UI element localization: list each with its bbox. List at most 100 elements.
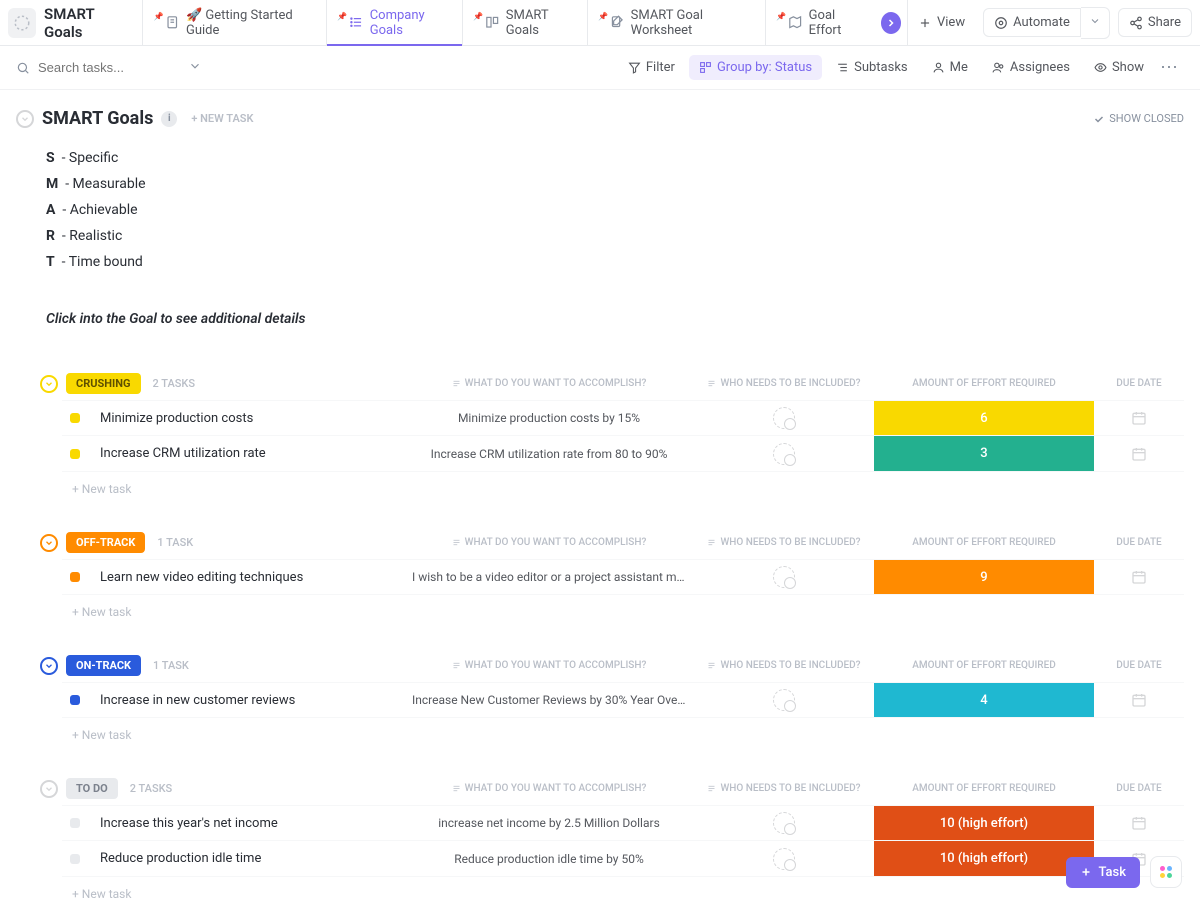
new-task-row[interactable]: + New task — [60, 472, 1184, 496]
task-row[interactable]: Increase CRM utilization rate Increase CR… — [62, 436, 1184, 472]
status-group: ON-TRACK1 TASKWHAT DO YOU WANT TO ACCOMP… — [16, 655, 1184, 742]
info-icon[interactable]: i — [161, 111, 177, 127]
filter-button[interactable]: Filter — [618, 55, 685, 80]
more-menu[interactable]: ⋯ — [1154, 57, 1184, 78]
col-effort[interactable]: AMOUNT OF EFFORT REQUIRED — [874, 783, 1094, 794]
add-view-button[interactable]: View — [907, 0, 975, 46]
me-button[interactable]: Me — [922, 55, 978, 80]
more-views-button[interactable] — [881, 12, 901, 34]
assignee-placeholder-icon — [773, 689, 795, 711]
col-due[interactable]: DUE DATE — [1094, 783, 1184, 794]
task-assignee[interactable] — [694, 812, 874, 834]
tab-smart-goals[interactable]: 📌 SMART Goals — [462, 0, 587, 46]
automate-caret[interactable] — [1081, 7, 1110, 39]
status-dot[interactable] — [70, 572, 80, 582]
group-collapse-toggle[interactable] — [40, 780, 58, 798]
new-task-row[interactable]: + New task — [60, 877, 1184, 901]
task-effort[interactable]: 9 — [874, 560, 1094, 594]
task-accomplish[interactable]: Increase New Customer Reviews by 30% Yea… — [404, 693, 694, 707]
show-closed-toggle[interactable]: SHOW CLOSED — [1093, 112, 1184, 125]
task-accomplish[interactable]: increase net income by 2.5 Million Dolla… — [404, 816, 694, 830]
col-due[interactable]: DUE DATE — [1094, 378, 1184, 389]
status-pill[interactable]: CRUSHING — [66, 373, 141, 394]
col-accomplish[interactable]: WHAT DO YOU WANT TO ACCOMPLISH? — [404, 537, 694, 548]
search-input[interactable] — [38, 60, 188, 75]
status-pill[interactable]: OFF-TRACK — [66, 532, 145, 553]
col-who[interactable]: WHO NEEDS TO BE INCLUDED? — [694, 783, 874, 794]
new-task-fab[interactable]: Task — [1066, 857, 1140, 888]
tab-worksheet[interactable]: 📌 SMART Goal Worksheet — [587, 0, 765, 46]
task-effort[interactable]: 10 (high effort) — [874, 841, 1094, 876]
col-who[interactable]: WHO NEEDS TO BE INCLUDED? — [694, 660, 874, 671]
task-name[interactable]: Minimize production costs — [100, 411, 390, 426]
col-effort[interactable]: AMOUNT OF EFFORT REQUIRED — [874, 537, 1094, 548]
group-collapse-toggle[interactable] — [40, 657, 58, 675]
show-button[interactable]: Show — [1084, 55, 1154, 80]
task-row[interactable]: Increase in new customer reviews Increase… — [62, 682, 1184, 718]
task-due[interactable] — [1094, 410, 1184, 426]
task-assignee[interactable] — [694, 443, 874, 465]
tab-getting-started[interactable]: 📌 🚀 Getting Started Guide — [142, 0, 326, 46]
col-due[interactable]: DUE DATE — [1094, 537, 1184, 548]
task-effort[interactable]: 3 — [874, 436, 1094, 471]
col-accomplish[interactable]: WHAT DO YOU WANT TO ACCOMPLISH? — [404, 783, 694, 794]
task-name[interactable]: Increase in new customer reviews — [100, 693, 390, 708]
apps-icon — [1160, 866, 1172, 878]
task-accomplish[interactable]: I wish to be a video editor or a project… — [404, 570, 694, 584]
task-row[interactable]: Increase this year's net income increase … — [62, 805, 1184, 841]
task-effort[interactable]: 6 — [874, 401, 1094, 435]
group-header: CRUSHING2 TASKSWHAT DO YOU WANT TO ACCOM… — [16, 373, 1184, 394]
tab-goal-effort[interactable]: 📌 Goal Effort — [765, 0, 874, 46]
subtasks-button[interactable]: Subtasks — [826, 55, 918, 80]
task-name[interactable]: Increase this year's net income — [100, 816, 390, 831]
col-effort[interactable]: AMOUNT OF EFFORT REQUIRED — [874, 660, 1094, 671]
tab-company-goals[interactable]: 📌 Company Goals — [326, 0, 462, 46]
task-accomplish[interactable]: Increase CRM utilization rate from 80 to… — [404, 447, 694, 461]
task-due[interactable] — [1094, 815, 1184, 831]
status-dot[interactable] — [70, 449, 80, 459]
task-due[interactable] — [1094, 569, 1184, 585]
status-pill[interactable]: ON-TRACK — [66, 655, 141, 676]
status-dot[interactable] — [70, 695, 80, 705]
status-dot[interactable] — [70, 854, 80, 864]
status-pill[interactable]: TO DO — [66, 778, 118, 799]
new-task-row[interactable]: + New task — [60, 595, 1184, 619]
status-dot[interactable] — [70, 413, 80, 423]
collapse-toggle[interactable] — [16, 110, 34, 128]
task-row[interactable]: Learn new video editing techniques I wish… — [62, 559, 1184, 595]
task-effort[interactable]: 10 (high effort) — [874, 806, 1094, 840]
group-collapse-toggle[interactable] — [40, 534, 58, 552]
col-effort[interactable]: AMOUNT OF EFFORT REQUIRED — [874, 378, 1094, 389]
col-who[interactable]: WHO NEEDS TO BE INCLUDED? — [694, 537, 874, 548]
task-assignee[interactable] — [694, 848, 874, 870]
task-name[interactable]: Increase CRM utilization rate — [100, 446, 390, 461]
task-due[interactable] — [1094, 692, 1184, 708]
task-row[interactable]: Minimize production costs Minimize produc… — [62, 400, 1184, 436]
col-accomplish[interactable]: WHAT DO YOU WANT TO ACCOMPLISH? — [404, 378, 694, 389]
apps-fab[interactable] — [1150, 856, 1182, 888]
task-accomplish[interactable]: Reduce production idle time by 50% — [404, 852, 694, 866]
task-due[interactable] — [1094, 446, 1184, 462]
new-task-inline[interactable]: + NEW TASK — [191, 112, 253, 125]
search-caret[interactable] — [188, 59, 210, 77]
col-accomplish[interactable]: WHAT DO YOU WANT TO ACCOMPLISH? — [404, 660, 694, 671]
share-button[interactable]: Share — [1118, 8, 1192, 37]
task-assignee[interactable] — [694, 407, 874, 429]
task-assignee[interactable] — [694, 689, 874, 711]
task-name[interactable]: Reduce production idle time — [100, 851, 390, 866]
automate-button[interactable]: Automate — [983, 8, 1081, 37]
hint-text: Click into the Goal to see additional de… — [16, 281, 1184, 337]
status-dot[interactable] — [70, 818, 80, 828]
groupby-button[interactable]: Group by: Status — [689, 55, 822, 80]
task-row[interactable]: Reduce production idle time Reduce produc… — [62, 841, 1184, 877]
group-collapse-toggle[interactable] — [40, 375, 58, 393]
col-due[interactable]: DUE DATE — [1094, 660, 1184, 671]
task-effort[interactable]: 4 — [874, 683, 1094, 717]
task-name[interactable]: Learn new video editing techniques — [100, 570, 390, 585]
new-task-row[interactable]: + New task — [60, 718, 1184, 742]
assignees-button[interactable]: Assignees — [982, 55, 1080, 80]
task-accomplish[interactable]: Minimize production costs by 15% — [404, 411, 694, 425]
workspace-logo[interactable] — [8, 8, 36, 38]
task-assignee[interactable] — [694, 566, 874, 588]
col-who[interactable]: WHO NEEDS TO BE INCLUDED? — [694, 378, 874, 389]
